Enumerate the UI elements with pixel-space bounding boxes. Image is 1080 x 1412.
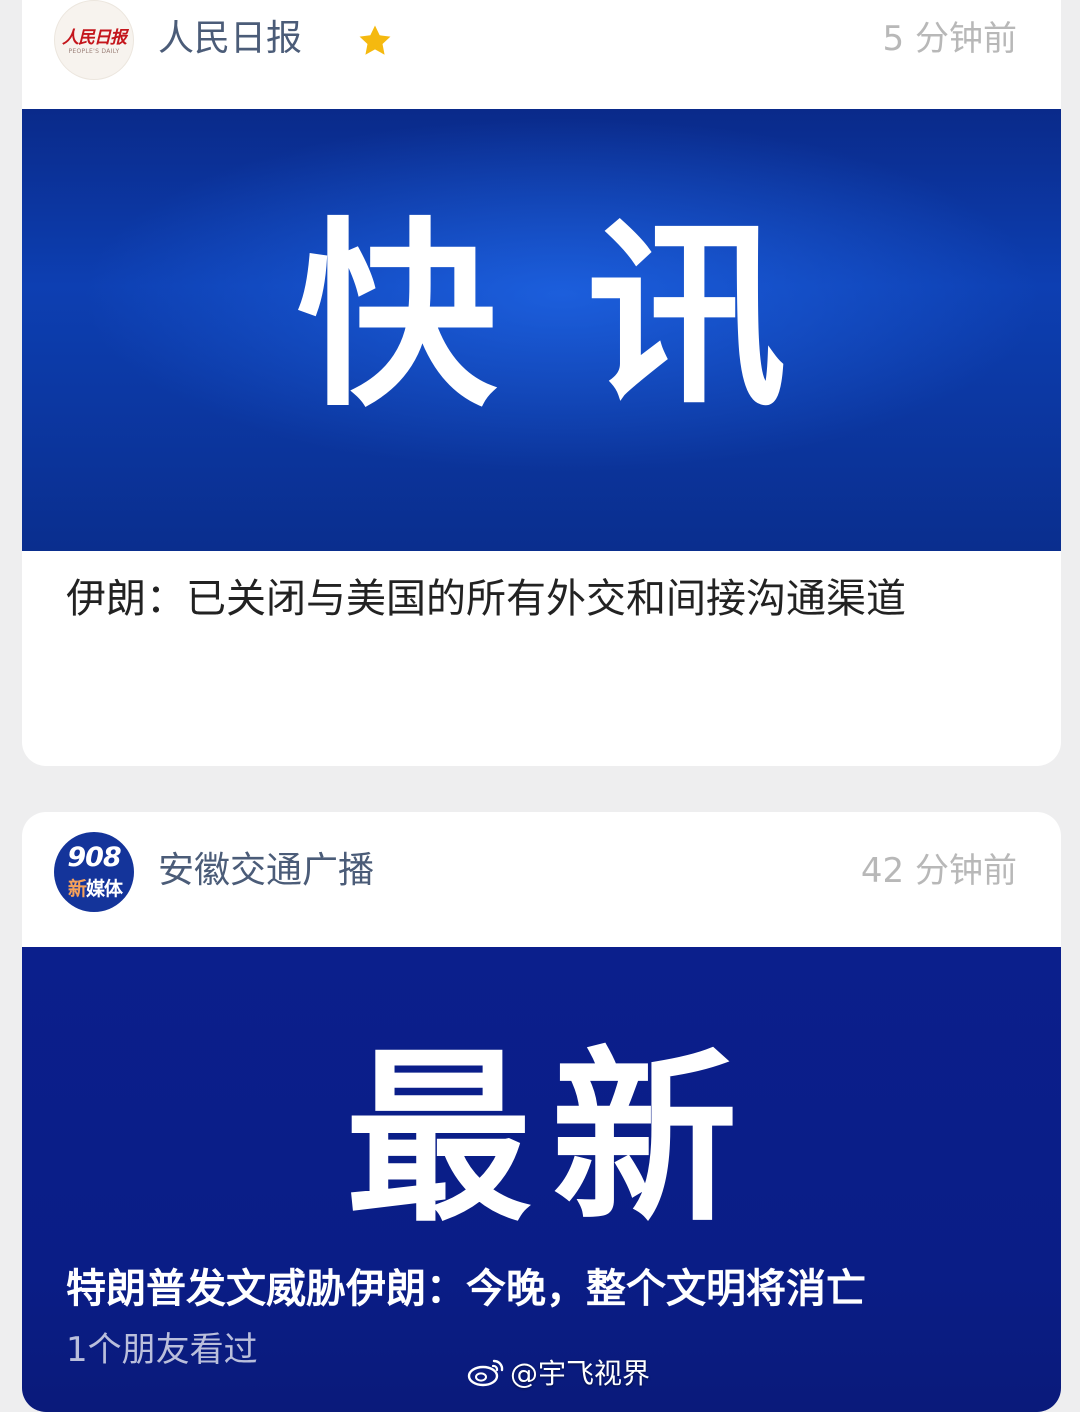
- card-header: 人民日报 PEOPLE'S DAILY 人民日报 5 分钟前: [22, 0, 1061, 110]
- friends-viewed-label: 1个朋友看过: [66, 1330, 258, 1370]
- cover-title: 快讯: [296, 199, 877, 434]
- weibo-icon: [467, 1359, 504, 1387]
- avatar-tag-rest: 媒体: [86, 878, 123, 900]
- avatar[interactable]: 人民日报 PEOPLE'S DAILY: [54, 0, 134, 80]
- avatar-tag: 新媒体: [56, 874, 134, 901]
- watermark-text: @宇飞视界: [510, 1357, 651, 1390]
- feed-card-anhui[interactable]: 908 新媒体 安徽交通广播 42 分钟前 最新 特朗普发文威胁伊朗：今晚，整个…: [22, 812, 1061, 1412]
- headline[interactable]: 特朗普发文威胁伊朗：今晚，整个文明将消亡: [66, 1259, 1046, 1319]
- star-icon: [359, 25, 391, 55]
- source-name[interactable]: 人民日报: [158, 14, 302, 64]
- source-name[interactable]: 安徽交通广播: [158, 846, 374, 896]
- avatar-logo-subtext: PEOPLE'S DAILY: [68, 48, 120, 55]
- timestamp: 5 分钟前: [882, 19, 1017, 59]
- avatar-logo-text: 人民日报: [62, 28, 127, 48]
- feed-card-renmin[interactable]: 人民日报 PEOPLE'S DAILY 人民日报 5 分钟前 快讯 伊朗：已关闭…: [22, 0, 1061, 766]
- timestamp: 42 分钟前: [860, 851, 1017, 891]
- cover-title: 最新: [345, 1030, 758, 1247]
- cover-image[interactable]: 最新 特朗普发文威胁伊朗：今晚，整个文明将消亡 1个朋友看过: [22, 947, 1061, 1412]
- watermark: @宇飞视界: [466, 1352, 650, 1392]
- avatar-tag-highlight: 新: [67, 878, 87, 900]
- avatar[interactable]: 908 新媒体: [54, 832, 134, 912]
- headline[interactable]: 伊朗：已关闭与美国的所有外交和间接沟通渠道: [66, 566, 1016, 632]
- avatar-number: 908: [67, 842, 121, 873]
- card-header: 908 新媒体 安徽交通广播 42 分钟前: [22, 832, 1061, 942]
- cover-image[interactable]: 快讯: [22, 109, 1061, 551]
